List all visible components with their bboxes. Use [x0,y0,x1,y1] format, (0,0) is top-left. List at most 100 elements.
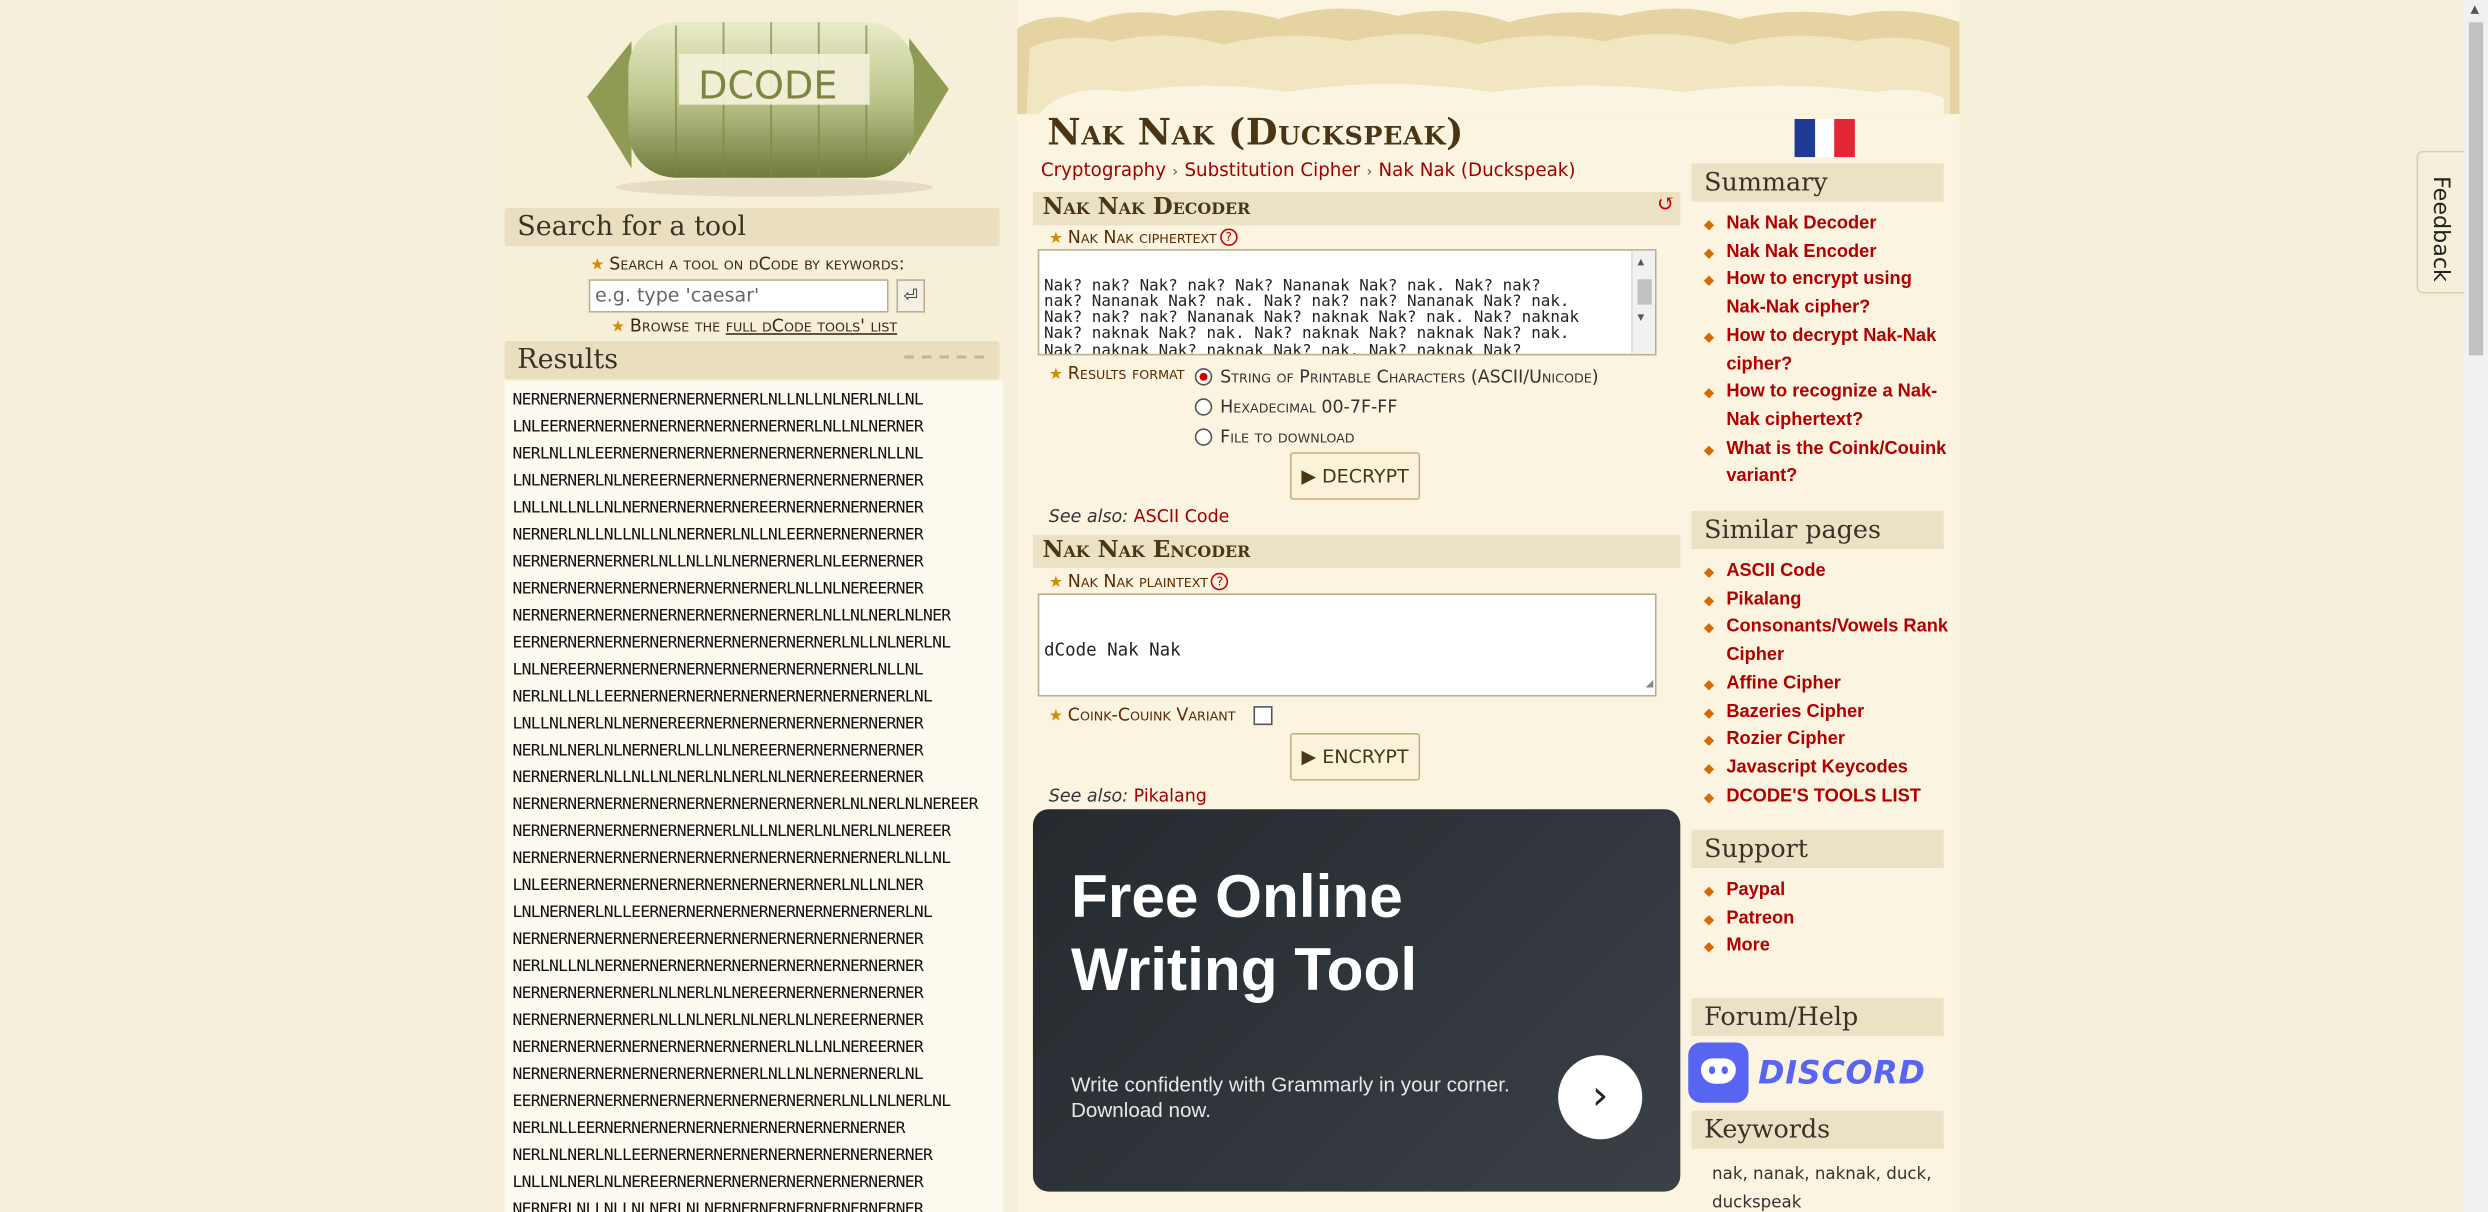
results-line: NERNERNERNERNERNERNERNERNERNERLNLLNLNERE… [512,579,924,599]
search-label: ★ Search a tool on dCode by keywords: [590,254,904,275]
star-icon: ★ [1048,230,1064,248]
format-option-label: File to download [1220,426,1355,448]
ad-title: Free Online Writing Tool [1071,864,1418,1005]
results-format-label: ★ Results format [1049,363,1185,384]
help-icon[interactable]: ? [1211,572,1229,591]
page-scrollbar[interactable]: ▲ [2464,0,2488,1212]
results-line: EERNERNERNERNERNERNERNERNERNERNERNERLNLL… [512,1091,952,1111]
results-line: LNLEERNERNERNERNERNERNERNERNERNERNERLNLL… [512,875,924,895]
radio-icon[interactable] [1194,428,1213,446]
results-line: NERNERLNLLNLLNLLNLNERNERLNLLNLEERNERNERN… [512,525,924,545]
dcode-logo[interactable]: DCODE [505,0,1003,203]
summary-link[interactable]: Nak Nak Decoder [1704,211,1955,239]
results-line: NERNERNERNERNERLNLLNLNERLNLNERLNLNEREERN… [512,1010,924,1030]
results-line: NERNERNERNERNERNERNERNERNERNERNERNERLNLN… [512,794,979,814]
encoder-title: Nak Nak Encoder [1042,536,1251,564]
breadcrumb-item[interactable]: Cryptography [1041,159,1166,181]
results-line: NERLNLLEERNERNERNERNERNERNERNERNERNERNER… [512,1118,906,1138]
results-text: NERNERNERNERNERNERNERNERNERLNLLNLLNLNERL… [513,387,995,1212]
ciphertext-textarea[interactable]: Nak? nak? Nak? nak? Nak? Nananak Nak? na… [1037,249,1657,356]
scroll-up-icon[interactable]: ▲ [1637,254,1644,270]
results-line: NERNERNERNERNERLNLNERLNLNEREERNERNERNERN… [512,983,924,1003]
breadcrumb-item[interactable]: Substitution Cipher [1184,159,1360,181]
more-link[interactable]: More [1704,934,1955,962]
summary-link[interactable]: What is the Coink/Couink variant? [1704,436,1955,492]
format-option-file[interactable]: File to download [1194,426,1355,448]
page-scroll-thumb[interactable] [2468,22,2484,356]
similar-pages-list: ASCII Code Pikalang Consonants/Vowels Ra… [1704,559,1955,812]
resize-handle-icon[interactable]: ◢ [1646,673,1654,694]
decrypt-button[interactable]: ▶ DECRYPT [1289,452,1421,500]
chevron-right-icon[interactable]: › [1558,1055,1643,1140]
format-option-string[interactable]: String of Printable Characters (ASCII/Un… [1194,366,1599,388]
similar-page-link[interactable]: Rozier Cipher [1704,727,1955,755]
keywords-header: Keywords [1691,1110,1944,1149]
variant-checkbox[interactable] [1253,706,1273,726]
breadcrumb-separator-icon: › [1172,165,1179,181]
ciphertext-scrollbar[interactable]: ▲ ▼ [1631,250,1655,354]
french-flag-icon[interactable] [1794,119,1855,158]
scroll-thumb[interactable] [1637,279,1652,305]
paypal-link[interactable]: Paypal [1704,877,1955,905]
reset-icon[interactable]: ↺ [1657,192,1676,217]
similar-page-link[interactable]: ASCII Code [1704,559,1955,587]
similar-page-link[interactable]: Pikalang [1704,587,1955,615]
results-line: LNLNERNERLNLNEREERNERNERNERNERNERNERNERN… [512,471,924,491]
see-also-ascii-link[interactable]: ASCII Code [1134,506,1230,527]
similar-page-link[interactable]: DCODE'S TOOLS LIST [1704,783,1955,811]
similar-page-link[interactable]: Javascript Keycodes [1704,755,1955,783]
advertisement[interactable]: Free Online Writing Tool Write confident… [1032,809,1681,1192]
results-panel[interactable]: NERNERNERNERNERNERNERNERNERLNLLNLLNLNERL… [504,380,1003,1212]
results-line: NERLNLLNLLEERNERNERNERNERNERNERNERNERNER… [512,687,933,707]
similar-page-link[interactable]: Consonants/Vowels Rank Cipher [1704,615,1955,671]
results-divider [904,355,984,359]
format-option-label: String of Printable Characters (ASCII/Un… [1220,366,1599,388]
results-line: NERNERNERNERNERNERNERNERNERNERNERNERNERN… [512,848,952,868]
discord-icon [1688,1042,1749,1103]
scroll-down-icon[interactable]: ▼ [1637,309,1644,325]
similar-page-link[interactable]: Bazeries Cipher [1704,699,1955,727]
summary-header: Summary [1691,163,1944,202]
star-icon: ★ [610,318,626,337]
encrypt-button[interactable]: ▶ ENCRYPT [1289,733,1421,781]
help-icon[interactable]: ? [1219,228,1238,246]
scroll-up-icon[interactable]: ▲ [2470,3,2479,16]
see-also-label: See also: [1048,506,1129,527]
ciphertext-value: Nak? nak? Nak? nak? Nak? Nananak Nak? na… [1044,277,1580,356]
results-line: NERNERNERNERNERNEREERNERNERNERNERNERNERN… [512,929,924,949]
decoder-title: Nak Nak Decoder [1042,193,1251,221]
summary-link[interactable]: How to decrypt Nak-Nak cipher? [1704,323,1955,379]
ad-subtitle: Write confidently with Grammarly in your… [1071,1072,1510,1122]
discord-link[interactable]: DISCORD [1688,1042,1925,1103]
results-format-label-text: Results format [1067,363,1185,384]
full-tools-list-link[interactable]: full dCode tools' list [726,316,897,337]
results-line: LNLEERNERNERNERNERNERNERNERNERNERLNLLNLN… [512,417,924,437]
feedback-tab[interactable]: Feedback [2416,150,2465,294]
plaintext-label: ★ Nak Nak plaintext? [1049,571,1229,592]
support-header: Support [1691,829,1944,868]
search-submit-button[interactable]: ⏎ [896,279,926,313]
breadcrumb-item[interactable]: Nak Nak (Duckspeak) [1379,159,1576,181]
results-line: LNLLNLNERLNLNEREERNERNERNERNERNERNERNERN… [512,1172,924,1192]
radio-icon[interactable] [1194,398,1213,416]
left-column: DCODE Search for a tool ★ Search a tool o… [504,0,1003,1212]
svg-text:DCODE: DCODE [698,63,837,107]
plaintext-label-text: Nak Nak plaintext [1067,571,1208,592]
search-input[interactable]: e.g. type 'caesar' [588,279,889,313]
decoder-see-also: See also: ASCII Code [1049,506,1230,527]
results-title: Results [517,344,619,377]
similar-page-link[interactable]: Affine Cipher [1704,671,1955,699]
plaintext-textarea[interactable]: dCode Nak Nak ◢ [1037,593,1657,697]
star-icon: ★ [1048,366,1064,384]
summary-link[interactable]: Nak Nak Encoder [1704,239,1955,267]
format-option-hex[interactable]: Hexadecimal 00-7F-FF [1194,397,1397,417]
browse-tools: ★ Browse the full dCode tools' list [611,316,897,337]
patreon-link[interactable]: Patreon [1704,906,1955,934]
breadcrumb: Cryptography › Substitution Cipher › Nak Nak… [1041,159,1576,181]
see-also-pikalang-link[interactable]: Pikalang [1134,785,1207,806]
summary-link[interactable]: How to encrypt using Nak-Nak cipher? [1704,267,1955,323]
support-list: Paypal Patreon More [1704,877,1955,961]
results-line: NERLNLNERLNLLEERNERNERNERNERNERNERNERNER… [512,1145,933,1165]
summary-link[interactable]: How to recognize a Nak-Nak ciphertext? [1704,380,1955,436]
radio-selected-icon[interactable] [1194,368,1213,386]
